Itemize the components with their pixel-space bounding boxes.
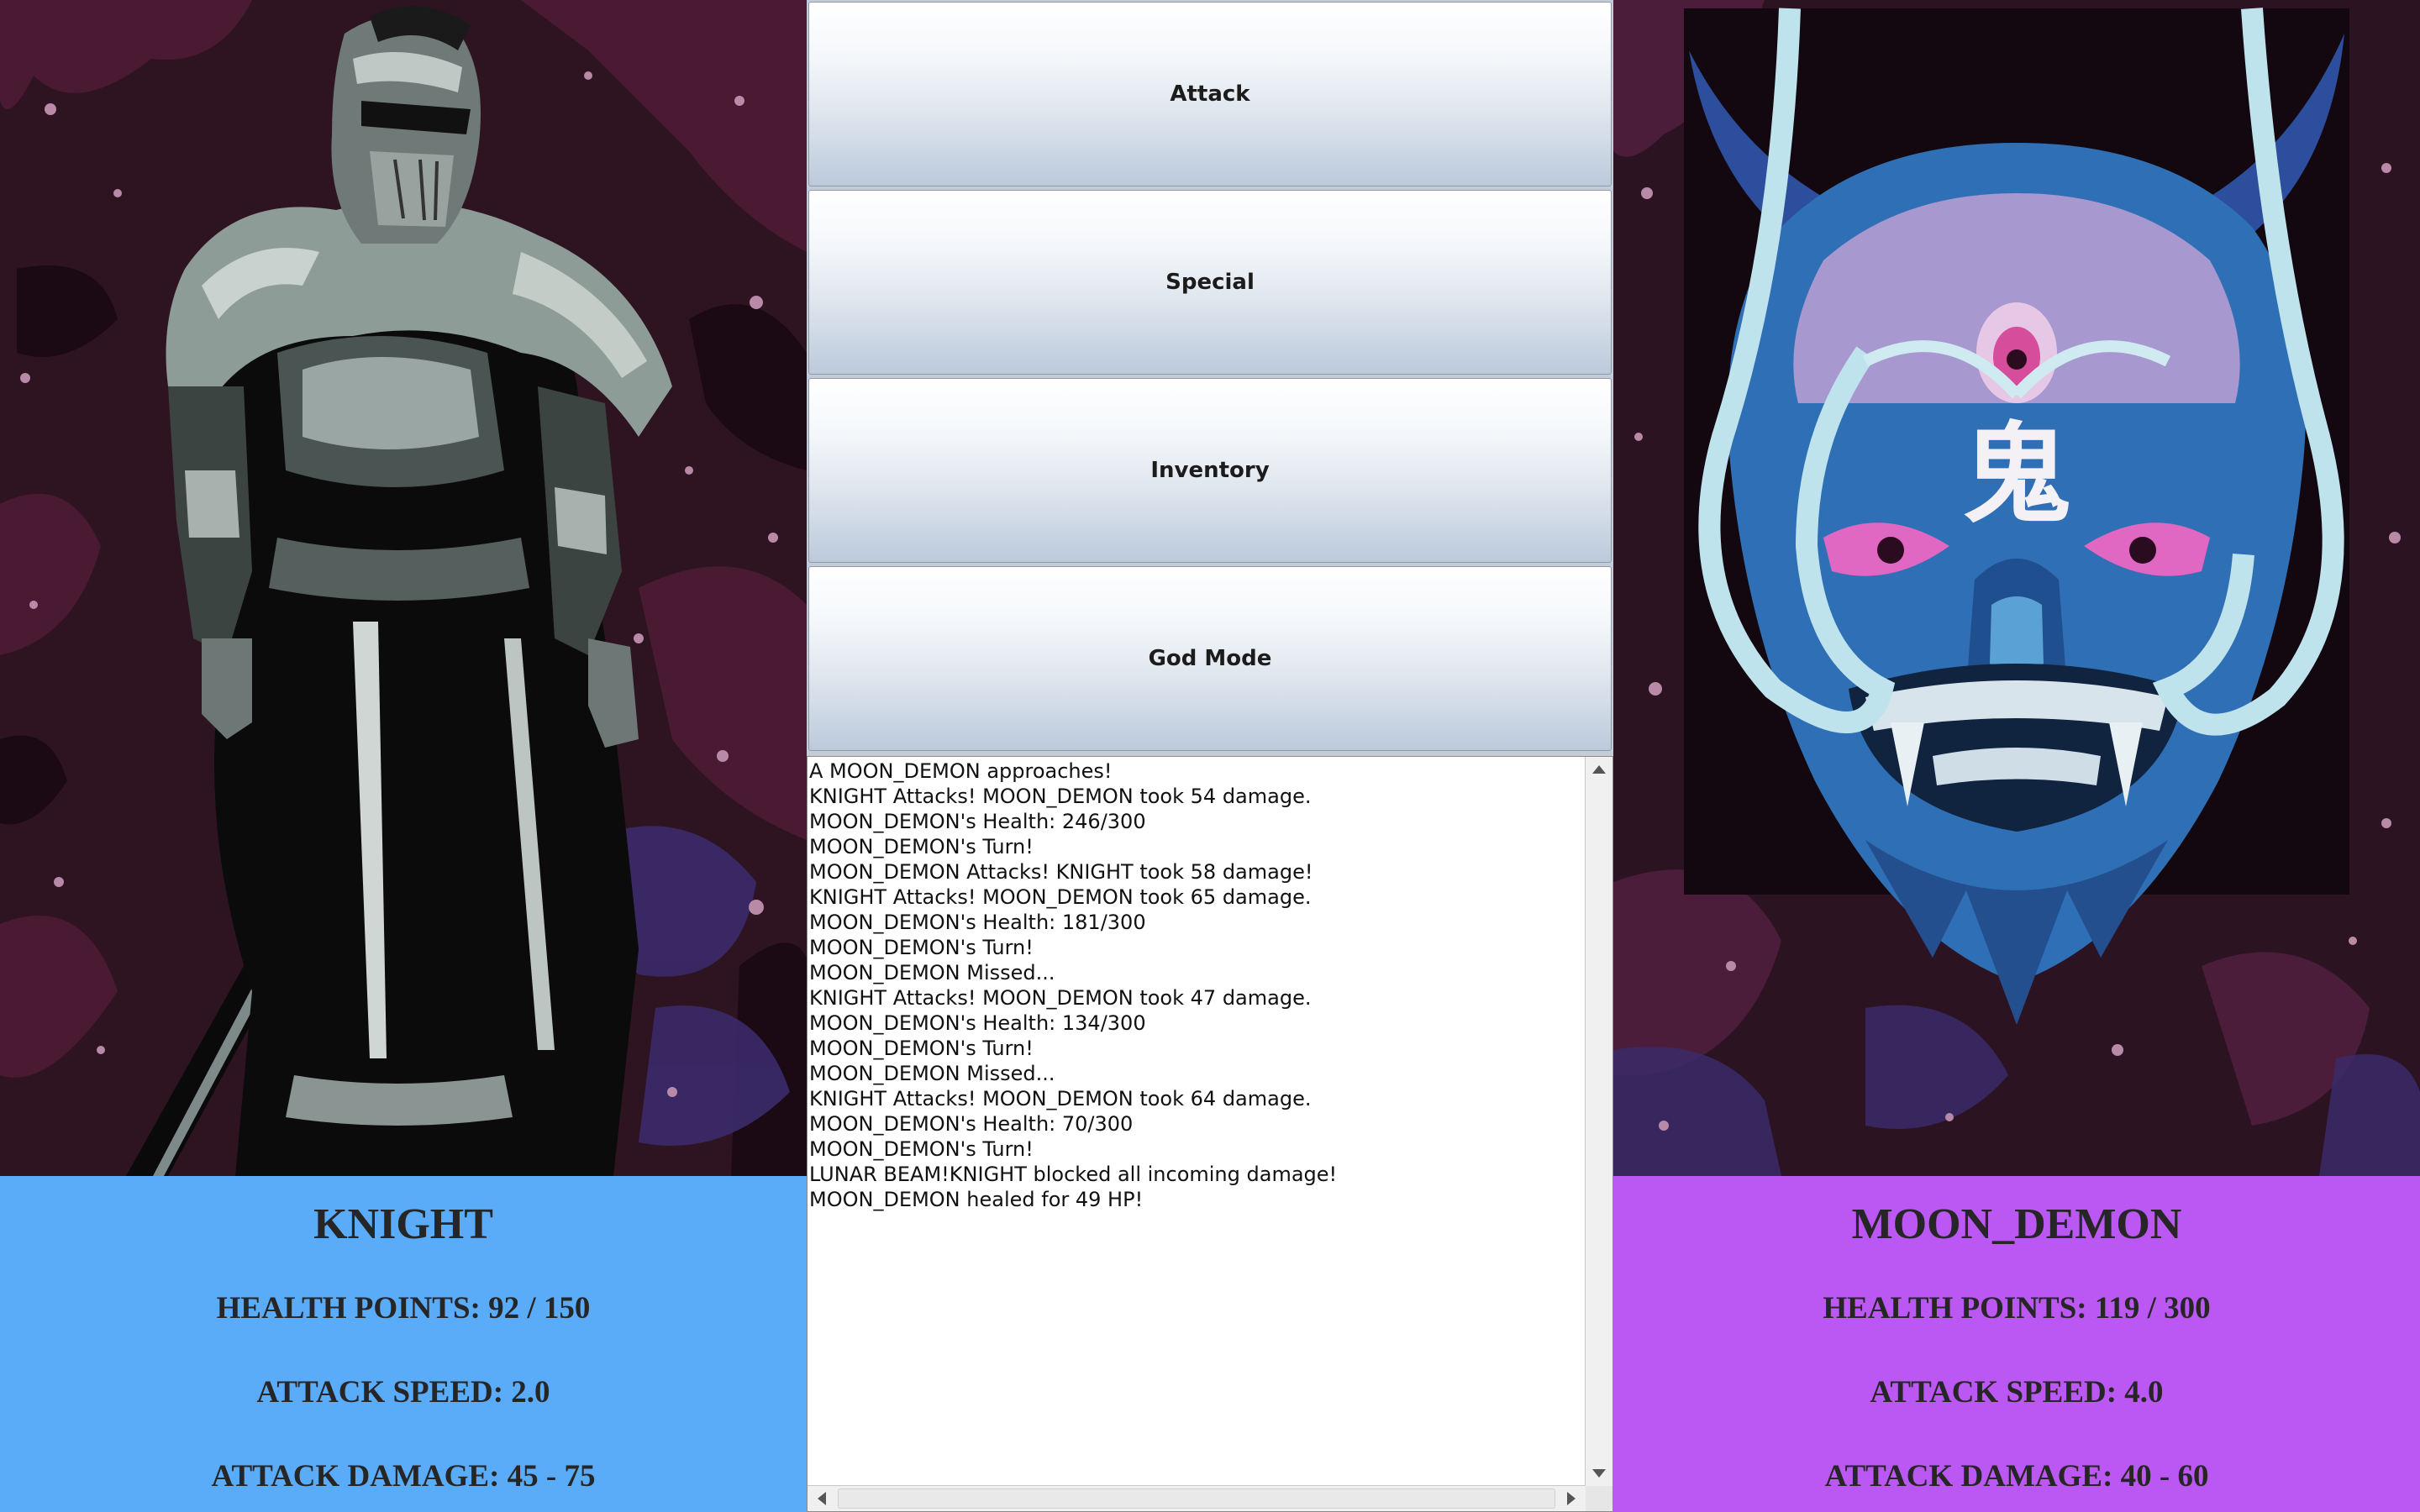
moon-demon-image: 鬼 [1613,0,2420,1176]
battle-log[interactable]: A MOON_DEMON approaches! KNIGHT Attacks! … [807,756,1613,1512]
log-horizontal-scrollbar[interactable] [808,1485,1586,1511]
scroll-left-arrow-icon[interactable] [818,1492,826,1505]
moon-demon-portrait: 鬼 [1613,0,2420,1176]
inventory-button[interactable]: Inventory [808,378,1612,563]
log-line: MOON_DEMON's Turn! [809,936,1034,959]
log-line: KNIGHT Attacks! MOON_DEMON took 64 damag… [809,1087,1312,1110]
player-name: KNIGHT [313,1200,493,1248]
knight-portrait [0,0,807,1176]
knight-stats-panel: KNIGHT HEALTH POINTS: 92 / 150 ATTACK SP… [0,1176,807,1512]
horizontal-scroll-thumb[interactable] [838,1488,1555,1509]
knight-image [0,0,807,1176]
log-line: KNIGHT Attacks! MOON_DEMON took 47 damag… [809,986,1312,1010]
log-line: MOON_DEMON's Health: 134/300 [809,1011,1146,1035]
special-button[interactable]: Special [808,190,1612,375]
god-mode-button[interactable]: God Mode [808,566,1612,751]
log-line: MOON_DEMON's Health: 70/300 [809,1112,1134,1136]
log-line: A MOON_DEMON approaches! [809,759,1113,783]
attack-button[interactable]: Attack [808,2,1612,186]
log-line: LUNAR BEAM!KNIGHT blocked all incoming d… [809,1163,1338,1186]
enemy-name: MOON_DEMON [1851,1200,2182,1248]
log-line: MOON_DEMON's Turn! [809,1037,1034,1060]
scrollbar-corner [1586,1486,1612,1511]
log-line: MOON_DEMON Missed... [809,961,1055,984]
log-line: MOON_DEMON's Health: 246/300 [809,810,1146,833]
log-line: MOON_DEMON's Health: 181/300 [809,911,1146,934]
action-button-panel: Attack Special Inventory God Mode [807,0,1613,756]
battle-log-text: A MOON_DEMON approaches! KNIGHT Attacks! … [809,759,1584,1484]
demon-mask-glyph: 鬼 [1962,411,2071,538]
log-line: KNIGHT Attacks! MOON_DEMON took 65 damag… [809,885,1312,909]
log-line: MOON_DEMON healed for 49 HP! [809,1188,1144,1211]
log-line: MOON_DEMON's Turn! [809,835,1034,858]
enemy-attack-speed: ATTACK SPEED: 4.0 [1870,1375,2164,1410]
log-line: KNIGHT Attacks! MOON_DEMON took 54 damag… [809,785,1312,808]
player-attack-speed: ATTACK SPEED: 2.0 [256,1375,550,1410]
scroll-down-arrow-icon[interactable] [1592,1469,1606,1478]
enemy-health: HEALTH POINTS: 119 / 300 [1823,1291,2211,1326]
scroll-right-arrow-icon[interactable] [1567,1492,1576,1505]
player-attack-damage: ATTACK DAMAGE: 45 - 75 [211,1459,596,1494]
log-line: MOON_DEMON Missed... [809,1062,1055,1085]
enemy-attack-damage: ATTACK DAMAGE: 40 - 60 [1824,1459,2209,1494]
log-line: MOON_DEMON's Turn! [809,1137,1034,1161]
log-vertical-scrollbar[interactable] [1585,757,1612,1486]
scroll-up-arrow-icon[interactable] [1592,765,1606,774]
player-health: HEALTH POINTS: 92 / 150 [216,1291,591,1326]
moon-demon-stats-panel: MOON_DEMON HEALTH POINTS: 119 / 300 ATTA… [1613,1176,2420,1512]
log-line: MOON_DEMON Attacks! KNIGHT took 58 damag… [809,860,1313,884]
